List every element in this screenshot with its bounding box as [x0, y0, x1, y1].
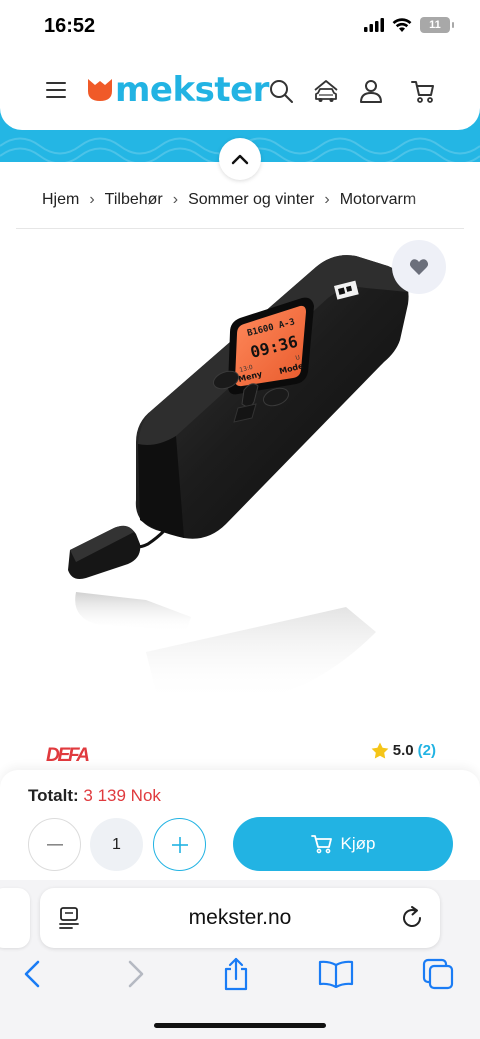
cart-icon[interactable] [410, 78, 436, 104]
plus-icon [171, 836, 188, 853]
product-image[interactable]: B1600 A-3 09:36 13:0 U Meny Mode [16, 232, 464, 722]
total-price-row: Totalt: 3 139 Nok [28, 786, 161, 806]
menu-icon[interactable] [46, 82, 66, 98]
search-icon[interactable] [268, 78, 294, 104]
product-photo: B1600 A-3 09:36 13:0 U Meny Mode [68, 255, 409, 702]
signal-icon [364, 18, 384, 32]
product-rating[interactable]: 5.0 (2) [371, 742, 436, 759]
favorite-button[interactable] [392, 240, 446, 294]
url-text: mekster.no [188, 906, 292, 929]
star-icon [371, 742, 389, 759]
buy-button[interactable]: Kjøp [233, 817, 453, 871]
home-indicator[interactable] [154, 1023, 326, 1028]
total-label: Totalt: [28, 786, 79, 805]
breadcrumb-item-home[interactable]: Hjem [42, 191, 79, 209]
total-price: 3 139 Nok [83, 786, 161, 805]
breadcrumb-fade [404, 184, 464, 214]
site-logo[interactable]: mekster [88, 70, 269, 110]
status-bar: 16:52 11 [0, 0, 480, 56]
divider [16, 228, 464, 229]
breadcrumb-item-summer-winter[interactable]: Sommer og vinter [188, 191, 314, 209]
wifi-icon [392, 17, 412, 32]
chevron-right-icon: › [89, 191, 95, 208]
quantity-decrease-button[interactable] [28, 818, 81, 871]
reload-icon[interactable] [400, 905, 426, 931]
status-time: 16:52 [44, 15, 96, 37]
status-icons: 11 [364, 17, 454, 33]
breadcrumb-item-accessories[interactable]: Tilbehør [105, 191, 163, 209]
address-bar[interactable]: mekster.no [40, 888, 440, 948]
chevron-up-icon [231, 154, 249, 165]
forward-icon[interactable] [118, 956, 154, 992]
quantity-increase-button[interactable] [153, 818, 206, 871]
logo-mark-icon [88, 79, 112, 101]
quantity-value[interactable]: 1 [90, 818, 143, 871]
header-card: mekster [0, 56, 480, 130]
heart-icon [409, 259, 429, 275]
collapse-header-button[interactable] [219, 138, 261, 180]
minus-icon [46, 843, 63, 846]
chevron-right-icon: › [324, 191, 330, 208]
chevron-right-icon: › [172, 191, 179, 208]
car-icon[interactable] [312, 78, 340, 104]
share-icon[interactable] [218, 956, 254, 992]
brand-logo[interactable]: DEFA [44, 741, 92, 765]
rating-count[interactable]: (2) [418, 742, 436, 759]
user-icon[interactable] [358, 78, 384, 104]
breadcrumb: Hjem › Tilbehør › Sommer og vinter › Mot… [42, 188, 462, 212]
logo-text: mekster [115, 70, 269, 110]
previous-tab-preview[interactable] [0, 888, 30, 948]
rating-score: 5.0 [392, 742, 414, 759]
brand-text: DEFA [46, 745, 90, 765]
battery-icon: 11 [420, 17, 454, 33]
buy-button-label: Kjøp [340, 834, 376, 853]
bookmarks-icon[interactable] [318, 956, 354, 992]
tabs-icon[interactable] [420, 956, 456, 992]
cart-icon [310, 835, 332, 854]
back-icon[interactable] [14, 956, 50, 992]
